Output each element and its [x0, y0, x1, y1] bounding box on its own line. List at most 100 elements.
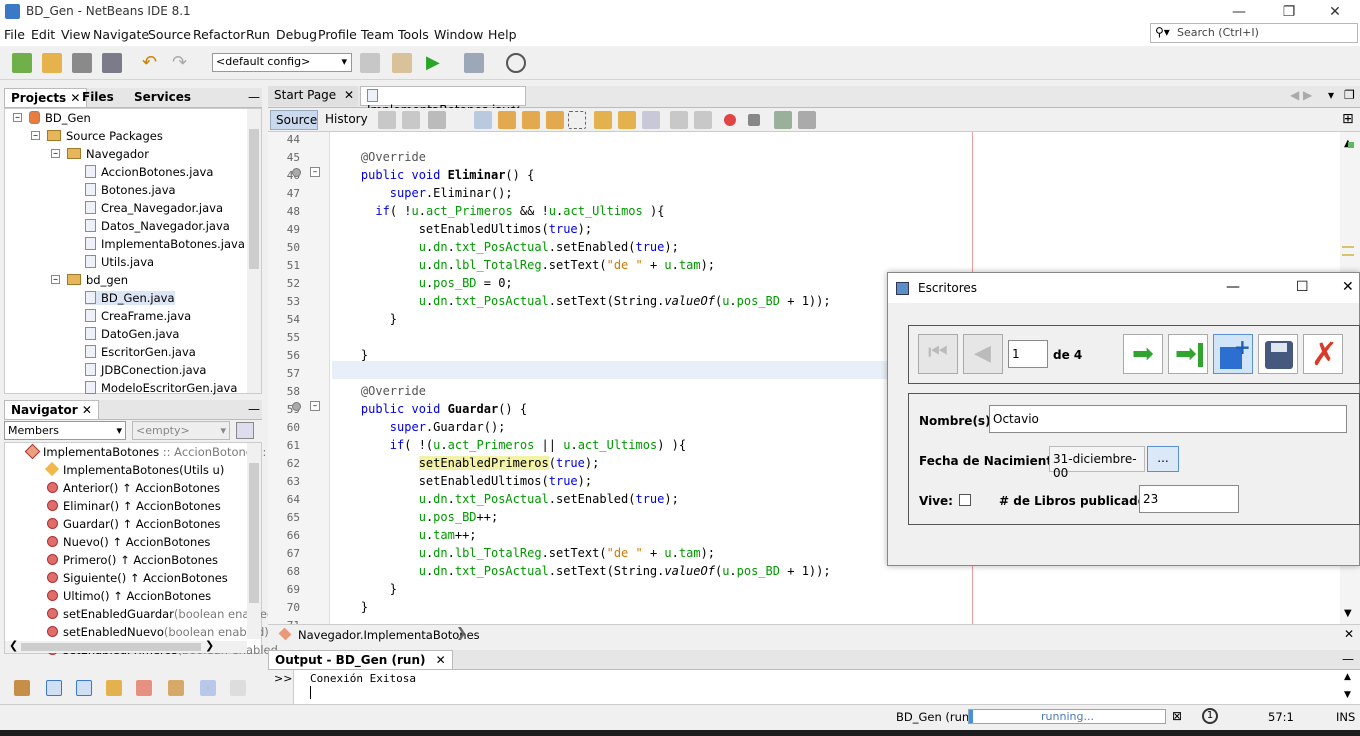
- tree-item[interactable]: Datos_Navegador.java: [85, 219, 230, 233]
- menu-source[interactable]: Source: [148, 27, 191, 42]
- breadcrumb-class[interactable]: Navegador.ImplementaBotones: [298, 628, 480, 642]
- navigator-hscrollbar[interactable]: ❮ ❯: [5, 639, 247, 653]
- members-select[interactable]: Members ▾: [4, 421, 126, 440]
- code-line[interactable]: }: [332, 600, 368, 614]
- output-scroll-down-icon[interactable]: ▼: [1344, 690, 1351, 700]
- tab-services[interactable]: Services: [128, 88, 197, 108]
- tab-output[interactable]: Output - BD_Gen (run) ✕: [268, 650, 453, 670]
- hierarchy-icon[interactable]: [14, 680, 30, 696]
- config-select[interactable]: <default config> ▾: [212, 53, 352, 72]
- undo-icon[interactable]: ↶: [142, 53, 162, 73]
- tree-item[interactable]: DatoGen.java: [85, 327, 179, 341]
- tree-item[interactable]: Source Packages: [47, 129, 163, 143]
- escritores-dialog[interactable]: Escritores — ☐ ✕ ⏮ ◀ 1 de 4 ➡ ➡ + ✗ Nomb…: [887, 272, 1360, 566]
- close-breadcrumb-icon[interactable]: ✕: [1344, 627, 1354, 641]
- build-icon[interactable]: [360, 53, 380, 73]
- redo-icon[interactable]: ↷: [172, 53, 192, 73]
- split-editor-icon[interactable]: ⊞: [1342, 111, 1354, 127]
- code-line[interactable]: }: [332, 348, 368, 362]
- tree-item[interactable]: Botones.java: [85, 183, 176, 197]
- tree-item[interactable]: bd_gen: [67, 273, 128, 287]
- cancel-progress-icon[interactable]: ⊠: [1172, 709, 1182, 723]
- override-marker-icon[interactable]: [292, 402, 301, 411]
- dialog-title-bar[interactable]: Escritores — ☐ ✕: [888, 273, 1359, 303]
- output-scroll-up-icon[interactable]: ▲: [1344, 672, 1351, 682]
- code-line[interactable]: if( !(u.act_Primeros || u.act_Ultimos) )…: [332, 438, 686, 452]
- tree-item[interactable]: Utils.java: [85, 255, 154, 269]
- filter-static-icon[interactable]: [76, 680, 92, 696]
- output-panel[interactable]: >> Conexión Exitosa ▲ ▼: [268, 670, 1360, 704]
- tree-item[interactable]: EscritorGen.java: [85, 345, 196, 359]
- dialog-close-icon[interactable]: ✕: [1342, 279, 1354, 295]
- navigator-tree[interactable]: ImplementaBotones :: AccionBotones : Bo I…: [4, 442, 285, 657]
- code-line[interactable]: setEnabledPrimeros(true);: [332, 456, 599, 470]
- code-line[interactable]: u.tam++;: [332, 528, 477, 542]
- tree-item[interactable]: JDBConection.java: [85, 363, 206, 377]
- navigator-member[interactable]: Primero() ↑ AccionBotones: [47, 553, 218, 567]
- find-next-icon[interactable]: [522, 111, 540, 129]
- menu-window[interactable]: Window: [434, 27, 483, 42]
- tree-item[interactable]: AccionBotones.java: [85, 165, 213, 179]
- filter-fields-icon[interactable]: [46, 680, 62, 696]
- projects-scrollbar[interactable]: [247, 109, 261, 393]
- filter-inherited-icon[interactable]: [136, 680, 152, 696]
- run-icon[interactable]: ▶: [426, 53, 446, 73]
- code-line[interactable]: public void Eliminar() {: [332, 168, 534, 182]
- code-line[interactable]: if( !u.act_Primeros && !u.act_Ultimos ){: [332, 204, 664, 218]
- source-tab[interactable]: Source: [270, 110, 318, 130]
- new-project-icon[interactable]: [42, 53, 62, 73]
- tab-files[interactable]: Files: [76, 88, 120, 108]
- menu-help[interactable]: Help: [488, 27, 517, 42]
- menu-team[interactable]: Team: [361, 27, 394, 42]
- navigator-member[interactable]: Eliminar() ↑ AccionBotones: [47, 499, 221, 513]
- menu-run[interactable]: Run: [246, 27, 270, 42]
- code-line[interactable]: super.Guardar();: [332, 420, 506, 434]
- code-line[interactable]: setEnabledUltimos(true);: [332, 474, 592, 488]
- minimize-icon[interactable]: —: [1228, 2, 1250, 22]
- delete-record-button[interactable]: ✗: [1303, 334, 1343, 374]
- fold-icon[interactable]: –: [310, 401, 320, 411]
- status-project[interactable]: BD_Gen (run): [896, 710, 974, 724]
- empty-select[interactable]: <empty> ▾: [132, 421, 230, 440]
- search-input[interactable]: ⚲▾ Search (Ctrl+I): [1150, 23, 1358, 43]
- rect-selection-icon[interactable]: [568, 111, 586, 129]
- find-selection-icon[interactable]: [546, 111, 564, 129]
- sort-source-icon[interactable]: [230, 680, 246, 696]
- minimize-output-icon[interactable]: —: [1336, 650, 1360, 670]
- code-line[interactable]: u.dn.txt_PosActual.setEnabled(true);: [332, 240, 679, 254]
- new-file-icon[interactable]: [12, 53, 32, 73]
- menu-refactor[interactable]: Refactor: [193, 27, 245, 42]
- vive-checkbox[interactable]: [959, 494, 971, 506]
- progress-bar[interactable]: running...: [968, 709, 1166, 724]
- menu-debug[interactable]: Debug: [276, 27, 317, 42]
- dialog-minimize-icon[interactable]: —: [1226, 279, 1240, 295]
- open-project-icon[interactable]: [72, 53, 92, 73]
- previous-record-button[interactable]: ◀: [963, 334, 1003, 374]
- tab-start-page[interactable]: Start Page ✕: [268, 86, 358, 106]
- dialog-maximize-icon[interactable]: ☐: [1296, 279, 1309, 295]
- menu-file[interactable]: File: [4, 27, 25, 42]
- menu-profile[interactable]: Profile: [318, 27, 357, 42]
- fold-icon[interactable]: –: [310, 167, 320, 177]
- shift-right-icon[interactable]: [694, 111, 712, 129]
- uncomment-icon[interactable]: [798, 111, 816, 129]
- code-line[interactable]: u.pos_BD++;: [332, 510, 499, 524]
- navigator-member[interactable]: setEnabledGuardar(boolean enabled): [47, 607, 279, 621]
- back-icon[interactable]: [402, 111, 420, 129]
- insert-mode[interactable]: INS: [1336, 710, 1355, 724]
- tab-scroll-icon[interactable]: ◀ ▶: [1284, 86, 1318, 106]
- tab-implementabotones[interactable]: ImplementaBotones.java✕: [360, 86, 526, 117]
- code-line[interactable]: @Override: [332, 384, 426, 398]
- collapse-icon[interactable]: –: [31, 131, 40, 141]
- scroll-down-icon[interactable]: ▼: [1344, 608, 1352, 619]
- tree-item[interactable]: ModeloEscritorGen.java: [85, 381, 237, 395]
- new-record-button[interactable]: +: [1213, 334, 1253, 374]
- navigator-member[interactable]: Nuevo() ↑ AccionBotones: [47, 535, 210, 549]
- tree-item[interactable]: CreaFrame.java: [85, 309, 191, 323]
- clean-build-icon[interactable]: [392, 53, 412, 73]
- code-line[interactable]: }: [332, 582, 397, 596]
- save-record-button[interactable]: [1258, 334, 1298, 374]
- prev-bookmark-icon[interactable]: [594, 111, 612, 129]
- code-line[interactable]: super.Eliminar();: [332, 186, 513, 200]
- next-record-button[interactable]: ➡: [1123, 334, 1163, 374]
